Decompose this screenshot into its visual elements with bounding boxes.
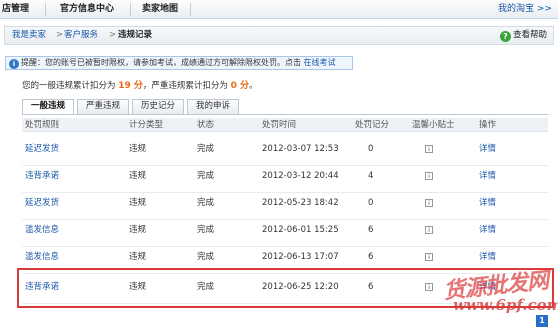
breadcrumb-seller[interactable]: 我是卖家	[12, 27, 46, 44]
col-points: 处罚记分	[355, 120, 390, 130]
col-status: 状态	[197, 120, 215, 130]
breadcrumb-separator: >	[56, 30, 64, 40]
info-tip-icon[interactable]: i	[425, 145, 433, 153]
col-action: 操作	[479, 120, 497, 130]
pager-current-page[interactable]: 1	[536, 315, 548, 327]
col-tips: 温馨小贴士	[412, 120, 455, 130]
nav-divider	[190, 3, 191, 16]
info-tip-icon[interactable]: i	[425, 172, 433, 180]
summary-middle: ，严重违规累计扣分为	[142, 81, 228, 91]
breadcrumb-separator: >	[109, 30, 117, 40]
nav-tab-shop-management[interactable]: 店管理	[2, 0, 29, 19]
breadcrumb-current: 违规记录	[118, 30, 153, 40]
col-rule: 处罚规则	[25, 120, 60, 130]
highlight-box	[17, 268, 554, 308]
info-tip-icon[interactable]: i	[425, 253, 433, 261]
nav-tab-official-info[interactable]: 官方信息中心	[60, 0, 114, 19]
summary-prefix: 您的一般违规累计扣分为	[22, 81, 116, 91]
tab-divider	[22, 114, 548, 115]
tab-general-violation[interactable]: 一般违规	[22, 99, 74, 115]
help-link[interactable]: ? 查看帮助	[499, 27, 547, 44]
info-tip-icon[interactable]: i	[425, 226, 433, 234]
tab-my-appeals[interactable]: 我的申诉	[187, 99, 239, 114]
info-icon: i	[9, 59, 19, 69]
col-time: 处罚时间	[262, 120, 297, 130]
top-nav: 店管理 官方信息中心 卖家地图 我的淘宝 >>	[0, 0, 558, 19]
help-icon: ?	[499, 31, 511, 42]
info-tip-icon[interactable]: i	[425, 199, 433, 207]
notice-text: 提醒：您的账号已被暂时限权，请参加考试，成绩通过方可解除限权处罚。点击	[21, 58, 301, 67]
nav-divider	[130, 3, 131, 16]
help-label: 查看帮助	[512, 30, 547, 40]
table-header: 处罚规则 计分类型 状态 处罚时间 处罚记分 温馨小贴士 操作	[22, 118, 548, 132]
tab-serious-violation[interactable]: 严重违规	[77, 99, 129, 114]
serious-points: 0 分	[230, 81, 250, 91]
nav-divider	[45, 3, 46, 16]
restriction-notice: i 提醒：您的账号已被暂时限权，请参加考试，成绩通过方可解除限权处罚。点击 在线考…	[5, 56, 353, 70]
summary-suffix: 。	[249, 81, 258, 91]
breadcrumb-customer-service[interactable]: 客户服务	[64, 27, 98, 44]
general-points: 19 分	[118, 81, 143, 91]
col-type: 计分类型	[129, 120, 164, 130]
online-exam-link[interactable]: 在线考试	[304, 58, 336, 67]
nav-tab-seller-map[interactable]: 卖家地图	[142, 0, 178, 19]
tab-history-points[interactable]: 历史记分	[132, 99, 184, 114]
my-taobao-link[interactable]: 我的淘宝 >>	[498, 0, 552, 19]
breadcrumb: 我是卖家 > 客户服务 > 违规记录 ? 查看帮助	[4, 26, 554, 45]
points-summary: 您的一般违规累计扣分为 19 分，严重违规累计扣分为 0 分。	[22, 79, 258, 93]
